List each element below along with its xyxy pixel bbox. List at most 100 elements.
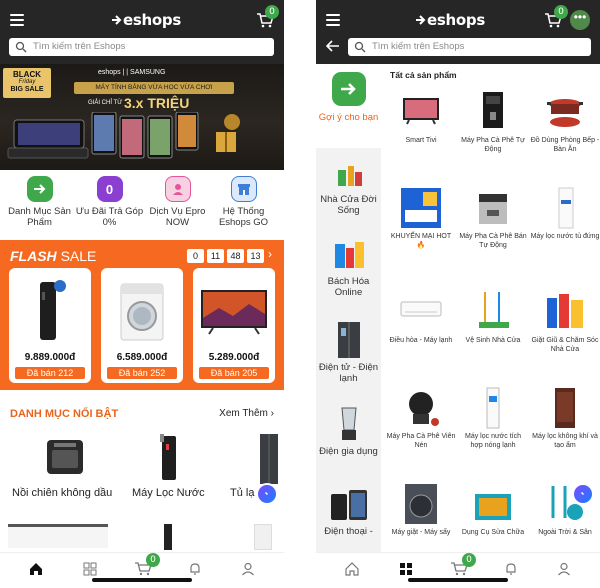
featured-category[interactable]: Nồi chiên không dầu	[8, 430, 128, 510]
tablets-illustration	[7, 112, 240, 159]
see-more-link[interactable]: Xem Thêm ›	[219, 408, 274, 419]
quick-link-installment[interactable]: 0 Ưu Đãi Trả Góp 0%	[74, 172, 145, 228]
flash-sold: Đã bán 212	[15, 367, 85, 379]
water-purifier-icon	[160, 434, 176, 480]
flash-sold: Đã bán 252	[107, 367, 177, 379]
detergent-icon	[543, 290, 587, 330]
product-category-label: KHUYẾN MẠI HOT 🔥	[390, 233, 452, 249]
sidebar-item-electronics[interactable]: Điện tử - Điện lạnh	[316, 318, 381, 398]
flash-product-card[interactable]: 9.889.000đ Đã bán 212	[9, 268, 91, 383]
flash-sale-arrow[interactable]: ›	[268, 247, 272, 261]
sidebar-item-home-living[interactable]: Nhà Cửa Đời Sống	[316, 150, 381, 230]
flash-price: 9.889.000đ	[24, 352, 76, 363]
sidebar-label: Bách Hóa Online	[327, 276, 370, 298]
flash-word: FLASH	[10, 248, 57, 264]
cart-count-badge: 0	[462, 553, 476, 567]
search-placeholder: Tìm kiếm trên Eshops	[372, 41, 465, 52]
product-category[interactable]: KHUYẾN MẠI HOT 🔥	[386, 186, 456, 250]
brand-logo[interactable]: eshops	[416, 11, 485, 29]
product-category[interactable]: Máy giặt - Máy sấy	[386, 482, 456, 537]
search-icon	[354, 41, 366, 53]
all-products-title: Tất cả sản phẩm	[390, 70, 457, 80]
product-category[interactable]: Smart Tivi	[386, 90, 456, 145]
search-placeholder: Tìm kiếm trên Eshops	[33, 41, 126, 52]
sidebar-item-phones[interactable]: Điện thoại -	[316, 484, 381, 552]
header: eshops 0 Tìm kiếm trên Eshops	[0, 0, 284, 64]
menu-icon[interactable]	[326, 14, 340, 26]
product-category-label: Máy Pha Cà Phê Tự Động	[461, 137, 525, 153]
search-input[interactable]: Tìm kiếm trên Eshops	[348, 38, 591, 56]
banner-logos: eshops | | SAMSUNG	[98, 69, 166, 76]
grid-icon[interactable]	[83, 562, 97, 576]
sidebar-item-appliances[interactable]: Điện gia dụng	[316, 402, 381, 468]
grocery-icon	[334, 242, 364, 268]
brand-name: eshops	[427, 11, 485, 29]
air-purifier-icon	[543, 386, 587, 428]
brand-name: eshops	[123, 11, 181, 29]
more-options-icon[interactable]: •••	[570, 10, 590, 30]
water-purifier-icon	[543, 186, 587, 229]
flash-sold: Đã bán 205	[199, 367, 269, 379]
product-category[interactable]: Máy Pha Cà Phê Tự Động	[458, 90, 528, 154]
category-sidebar: Gợi ý cho bạn Nhà Cửa Đời Sống Bách Hóa …	[316, 64, 381, 552]
sidebar-item-grocery[interactable]: Bách Hóa Online	[316, 234, 381, 314]
product-category[interactable]: Giặt Giũ & Chăm Sóc Nhà Cửa	[530, 290, 600, 354]
product-category-label: Máy lọc nước tủ đứng	[530, 233, 600, 240]
category-image-partial	[164, 524, 172, 550]
logo-mark-icon	[416, 15, 426, 25]
product-category-label: Giặt Giũ & Chăm Sóc Nhà Cửa	[531, 337, 599, 353]
menu-icon[interactable]	[10, 14, 24, 26]
notification-icon[interactable]	[504, 562, 518, 576]
product-category-label: Máy lọc nước tích hợp nóng lạnh	[465, 433, 521, 449]
badge-line2: Friday	[18, 79, 36, 85]
grid-icon[interactable]	[399, 562, 413, 576]
sidebar-label: Nhà Cửa Đời Sống	[320, 194, 377, 216]
arrow-right-icon	[331, 72, 366, 106]
product-category[interactable]: Máy Pha Cà Phê Viên Nén	[386, 386, 456, 450]
messenger-icon[interactable]	[572, 483, 594, 505]
product-category[interactable]: Máy Pha Cà Phê Bán Tự Động	[458, 186, 528, 250]
quick-link-label: Ưu Đãi Trả Góp 0%	[75, 206, 144, 228]
product-category[interactable]: Đồ Dùng Phòng Bếp - Bàn Ăn	[530, 90, 600, 154]
category-image-partial	[254, 524, 272, 550]
product-category[interactable]: Vệ Sinh Nhà Cửa	[458, 290, 528, 345]
mop-icon	[471, 290, 515, 330]
promo-icon	[399, 186, 443, 228]
notification-icon[interactable]	[188, 562, 202, 576]
bottom-nav: 0	[0, 552, 284, 588]
product-category[interactable]: Điều hòa - Máy lạnh	[386, 290, 456, 345]
quick-link-categories[interactable]: Danh Mục Sản Phẩm	[4, 172, 75, 228]
timer-box: 48	[227, 249, 244, 263]
timer-box: 0	[187, 249, 204, 263]
sidebar-label: Gợi ý cho bạn	[318, 112, 379, 123]
product-category[interactable]: Dụng Cụ Sửa Chữa	[458, 482, 528, 537]
flash-product-card[interactable]: 5.289.000đ Đã bán 205	[193, 268, 275, 383]
cart-count-badge: 0	[554, 5, 568, 19]
flash-price: 5.289.000đ	[208, 352, 260, 363]
search-icon	[15, 41, 27, 53]
home-icon[interactable]	[29, 562, 43, 576]
product-category[interactable]: Máy lọc không khí và tạo ẩm	[530, 386, 600, 450]
air-fryer-icon	[47, 440, 83, 474]
brand-logo[interactable]: eshops	[112, 11, 181, 29]
product-category[interactable]: Máy lọc nước tủ đứng	[530, 186, 600, 241]
timer-box: 13	[247, 249, 264, 263]
product-category[interactable]: Máy lọc nước tích hợp nóng lạnh	[458, 386, 528, 450]
search-input[interactable]: Tìm kiếm trên Eshops	[9, 38, 274, 56]
badge-line3: BIG SALE	[10, 86, 44, 93]
sale-word: SALE	[60, 248, 97, 264]
messenger-icon[interactable]	[256, 483, 278, 505]
quick-link-eshops-go[interactable]: Hệ Thống Eshops GO	[208, 172, 279, 228]
promo-banner[interactable]: BLACK Friday BIG SALE eshops | | SAMSUNG…	[0, 64, 284, 170]
product-category-label: Smart Tivi	[405, 137, 437, 144]
sidebar-item-suggested[interactable]: Gợi ý cho bạn	[316, 64, 381, 148]
product-category-label: Dụng Cụ Sửa Chữa	[461, 529, 525, 536]
account-icon[interactable]	[557, 562, 571, 576]
account-icon[interactable]	[241, 562, 255, 576]
arrow-right-icon	[26, 176, 53, 202]
home-icon[interactable]	[345, 562, 359, 576]
product-category-label: Ngoài Trời & Sân	[538, 529, 592, 536]
quick-link-epro[interactable]: Dịch Vụ Epro NOW	[142, 172, 213, 228]
back-arrow-icon[interactable]	[326, 40, 340, 52]
flash-product-card[interactable]: 6.589.000đ Đã bán 252	[101, 268, 183, 383]
